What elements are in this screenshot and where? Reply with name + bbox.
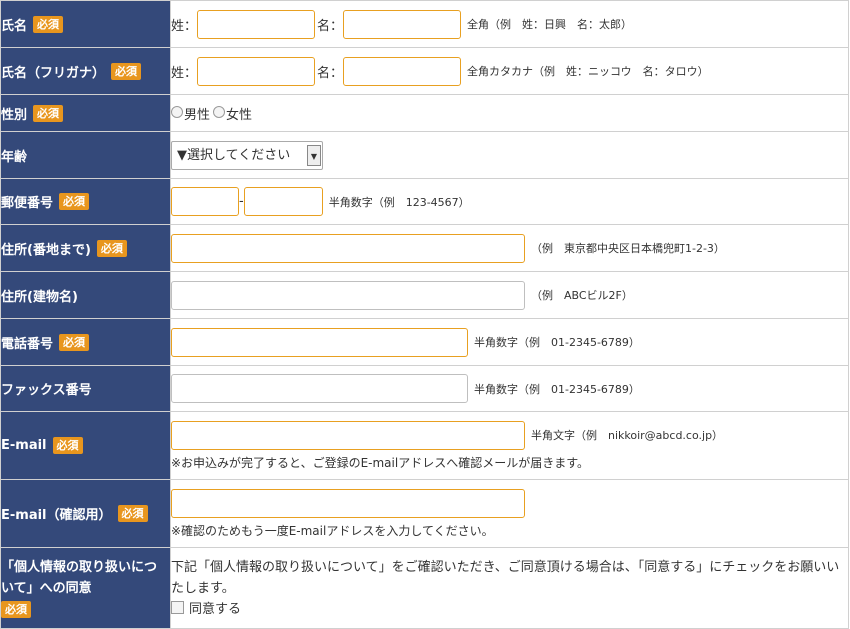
row-email-confirm: E-mail（確認用） 必須 ※確認のためもう一度E-mailアドレスを入力してく… [0,479,849,548]
phone-input[interactable] [171,327,468,357]
label-email-confirm: E-mail（確認用） 必須 [0,479,171,548]
row-fax: ファックス番号 半角数字（例 01-2345-6789） [0,365,849,412]
row-building: 住所(建物名) （例 ABCビル2F） [0,271,849,319]
email-hint: 半角文字（例 nikkoir@abcd.co.jp） [531,429,724,442]
email-confirm-note: ※確認のためもう一度E-mailアドレスを入力してください。 [171,523,494,538]
label-zip: 郵便番号 必須 [0,178,171,225]
name-hint: 全角（例 姓：日興 名：太郎） [467,18,633,31]
zip-second-input[interactable] [243,187,323,216]
label-phone: 電話番号 必須 [0,318,171,366]
label-email: E-mail 必須 [0,411,171,480]
required-badge: 必須 [33,15,64,33]
row-age: 年齢 ▼選択してください ▼ [0,131,849,179]
required-badge: 必須 [117,505,148,522]
age-select[interactable]: ▼選択してください ▼ [171,140,323,170]
required-badge: 必須 [52,437,83,454]
label-building: 住所(建物名) [0,271,171,319]
required-badge: 必須 [59,333,90,351]
row-name: 氏名 必須 姓： 名： 全角（例 姓：日興 名：太郎） [0,0,849,48]
application-form: 氏名 必須 姓： 名： 全角（例 姓：日興 名：太郎） 氏名（フリガナ） 必須 姓： 名：… [0,0,849,629]
fax-input[interactable] [171,374,468,403]
agree-checkbox[interactable] [171,600,184,614]
first-name-input[interactable] [343,9,462,39]
gender-female-radio[interactable] [213,105,226,118]
required-badge: 必須 [111,62,142,80]
required-badge: 必須 [33,104,64,122]
last-name-input[interactable] [197,9,316,39]
row-kana: 氏名（フリガナ） 必須 姓： 名： 全角カタカナ（例 姓：ニッコウ 名：タロウ） [0,47,849,95]
row-phone: 電話番号 必須 半角数字（例 01-2345-6789） [0,318,849,366]
label-name: 氏名 必須 [0,0,171,48]
kana-hint: 全角カタカナ（例 姓：ニッコウ 名：タロウ） [467,65,709,78]
agree-label: 同意する [189,601,242,617]
label-fax: ファックス番号 [0,365,171,412]
phone-hint: 半角数字（例 01-2345-6789） [474,336,640,349]
label-gender: 性別 必須 [0,94,171,132]
building-input[interactable] [171,280,525,310]
address-hint: （例 東京都中央区日本橋兜町1-2-3） [531,242,725,255]
first-name-kana-input[interactable] [343,56,462,86]
row-email: E-mail 必須 半角文字（例 nikkoir@abcd.co.jp） ※お申込… [0,411,849,480]
label-kana: 氏名（フリガナ） 必須 [0,47,171,95]
row-gender: 性別 必須 男性 女性 [0,94,849,132]
row-privacy: 「個人情報の取り扱いについて」への同意 必須 下記「個人情報の取り扱いについて」… [0,547,849,629]
required-badge: 必須 [59,193,90,210]
dropdown-arrow-icon: ▼ [307,144,321,166]
label-age: 年齢 [0,131,171,179]
row-zip: 郵便番号 必須 - 半角数字（例 123-4567） [0,178,849,225]
building-hint: （例 ABCビル2F） [531,289,633,302]
required-badge: 必須 [1,600,31,618]
email-note: ※お申込みが完了すると、ご登録のE-mailアドレスへ確認メールが届きます。 [171,455,590,470]
last-name-kana-input[interactable] [197,56,316,86]
gender-male-radio[interactable] [171,105,183,118]
privacy-text: 下記「個人情報の取り扱いについて」をご確認いただき、ご同意頂ける場合は、「同意す… [171,559,840,596]
label-address: 住所(番地まで) 必須 [0,224,171,272]
email-confirm-input[interactable] [171,488,525,518]
required-badge: 必須 [96,239,127,257]
label-privacy: 「個人情報の取り扱いについて」への同意 必須 [0,547,171,629]
email-input[interactable] [171,420,525,450]
address-input[interactable] [171,233,525,263]
fax-hint: 半角数字（例 01-2345-6789） [474,382,640,396]
row-address: 住所(番地まで) 必須 （例 東京都中央区日本橋兜町1-2-3） [0,224,849,272]
zip-first-input[interactable] [171,187,239,216]
zip-hint: 半角数字（例 123-4567） [328,195,470,209]
